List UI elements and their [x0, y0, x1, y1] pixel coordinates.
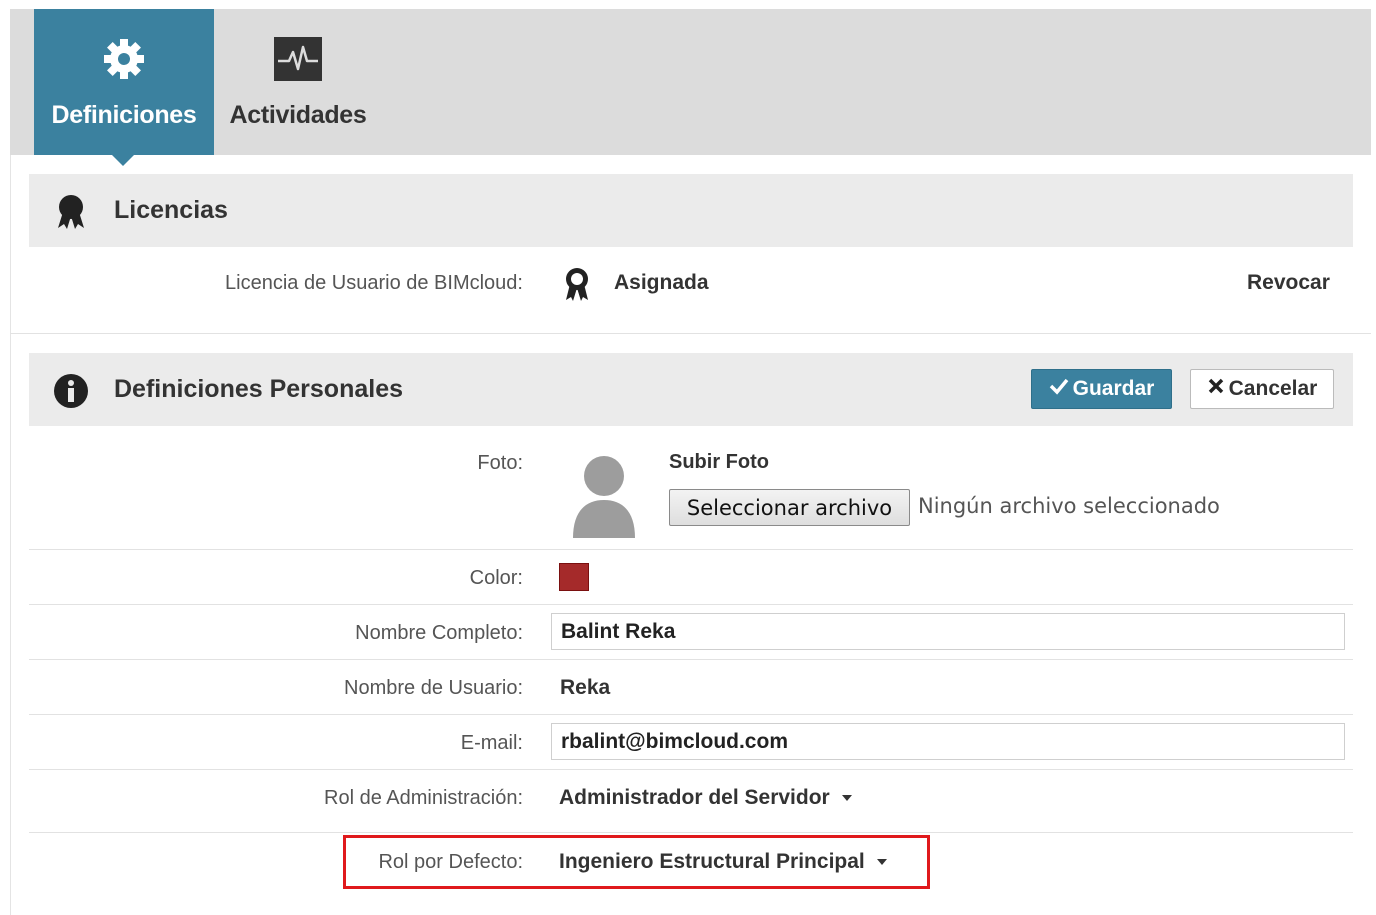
- tab-actividades[interactable]: Actividades: [216, 9, 380, 155]
- fullname-input[interactable]: [551, 613, 1345, 650]
- tab-definiciones[interactable]: Definiciones: [34, 9, 214, 155]
- caret-down-icon: [841, 795, 852, 802]
- divider: [29, 769, 1353, 770]
- info-icon: [53, 373, 89, 409]
- no-file-text: Ningún archivo seleccionado: [918, 494, 1220, 518]
- gear-icon: [99, 35, 149, 83]
- fullname-label: Nombre Completo:: [355, 622, 523, 644]
- color-label: Color:: [469, 567, 523, 589]
- license-status-icon: [562, 266, 592, 302]
- username-value: Reka: [560, 676, 611, 699]
- highlight-annotation: [343, 835, 930, 889]
- license-status: Asignada: [614, 271, 709, 294]
- divider: [29, 549, 1353, 550]
- personal-title: Definiciones Personales: [114, 375, 404, 403]
- close-icon: [1207, 377, 1225, 401]
- activity-icon: [273, 35, 323, 83]
- licenses-title: Licencias: [114, 196, 228, 224]
- licenses-section-header: Licencias: [29, 174, 1353, 247]
- award-ribbon-icon: [53, 194, 89, 230]
- cancel-label: Cancelar: [1228, 377, 1318, 400]
- save-button[interactable]: Guardar: [1031, 369, 1172, 409]
- admin-role-dropdown[interactable]: Administrador del Servidor: [559, 786, 852, 810]
- admin-role-value: Administrador del Servidor: [559, 786, 830, 809]
- admin-role-label: Rol de Administración:: [324, 787, 523, 809]
- checkmark-icon: [1049, 377, 1069, 401]
- tab-label: Definiciones: [51, 101, 197, 129]
- tab-bar: Definiciones Actividades: [10, 9, 1371, 155]
- username-label: Nombre de Usuario:: [344, 677, 523, 699]
- divider: [29, 832, 1353, 833]
- divider: [29, 604, 1353, 605]
- revoke-link[interactable]: Revocar: [1247, 271, 1330, 295]
- photo-label: Foto:: [477, 452, 523, 474]
- tab-label: Actividades: [229, 101, 367, 129]
- license-label: Licencia de Usuario de BIMcloud:: [225, 272, 523, 294]
- divider: [29, 659, 1353, 660]
- color-swatch[interactable]: [559, 563, 589, 591]
- choose-file-button[interactable]: Seleccionar archivo: [669, 489, 910, 526]
- divider: [10, 333, 1371, 334]
- save-label: Guardar: [1072, 377, 1155, 400]
- email-input[interactable]: [551, 723, 1345, 760]
- cancel-button[interactable]: Cancelar: [1190, 369, 1334, 409]
- upload-photo-title: Subir Foto: [669, 451, 769, 473]
- email-label: E-mail:: [460, 732, 523, 754]
- avatar-placeholder-icon: [571, 456, 637, 540]
- divider: [29, 714, 1353, 715]
